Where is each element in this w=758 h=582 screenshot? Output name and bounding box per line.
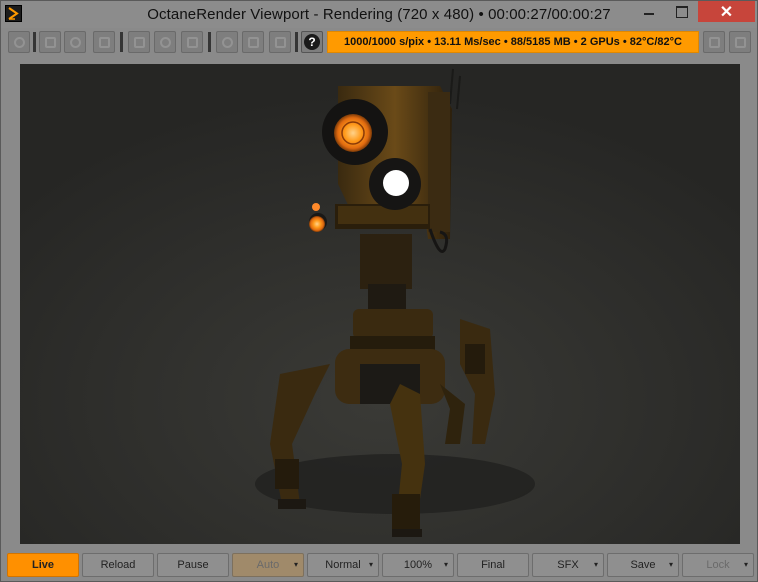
help-icon: ? — [304, 34, 320, 50]
title-bar[interactable]: OctaneRender Viewport - Rendering (720 x… — [1, 1, 757, 28]
orbit-icon[interactable] — [154, 31, 176, 53]
toolbar-separator — [120, 32, 123, 52]
close-icon: ✕ — [719, 4, 734, 21]
chevron-down-icon: ▾ — [443, 560, 448, 569]
lock-dropdown[interactable]: Lock ▾ — [682, 553, 754, 577]
refresh-icon[interactable] — [64, 31, 86, 53]
image-icon[interactable] — [93, 31, 115, 53]
lock-label: Lock — [706, 559, 730, 571]
final-label: Final — [481, 559, 505, 571]
render-status-bar: 1000/1000 s/pix • 13.11 Ms/sec • 88/5185… — [327, 31, 699, 53]
mode-label: Normal — [325, 559, 361, 571]
toolbar-separator — [295, 32, 298, 52]
toolbar: ? 1000/1000 s/pix • 13.11 Ms/sec • 88/51… — [1, 28, 757, 57]
reload-button[interactable]: Reload — [82, 553, 154, 577]
final-button[interactable]: Final — [457, 553, 529, 577]
focus-icon[interactable] — [216, 31, 238, 53]
sfx-label: SFX — [557, 559, 579, 571]
chevron-down-icon: ▾ — [593, 560, 598, 569]
pause-button[interactable]: Pause — [157, 553, 229, 577]
live-button[interactable]: Live — [7, 553, 79, 577]
bottom-bar: Live Reload Pause Auto ▾ Normal ▾ 100% ▾… — [1, 550, 757, 581]
help-button[interactable]: ? — [301, 31, 323, 53]
grid-icon[interactable] — [181, 31, 203, 53]
render-image — [20, 64, 740, 544]
settings-icon[interactable] — [703, 31, 725, 53]
auto-dropdown[interactable]: Auto ▾ — [232, 553, 304, 577]
render-viewport[interactable] — [20, 64, 740, 544]
toolbar-separator — [33, 32, 36, 52]
pause-label: Pause — [177, 559, 209, 571]
rotate-icon[interactable] — [8, 31, 30, 53]
zoom-dropdown[interactable]: 100% ▾ — [382, 553, 454, 577]
minimize-button[interactable] — [634, 1, 664, 22]
filmregion-icon[interactable] — [269, 31, 291, 53]
save-dropdown[interactable]: Save ▾ — [607, 553, 679, 577]
octane-viewport-window: OctaneRender Viewport - Rendering (720 x… — [0, 0, 758, 582]
chevron-down-icon: ▾ — [743, 560, 748, 569]
toolbar-separator — [208, 32, 211, 52]
zoom-label: 100% — [403, 559, 433, 571]
maximize-button[interactable] — [667, 1, 697, 22]
camera-icon[interactable] — [39, 31, 61, 53]
sfx-dropdown[interactable]: SFX ▾ — [532, 553, 604, 577]
reload-label: Reload — [100, 559, 136, 571]
live-label: Live — [31, 559, 54, 571]
chevron-down-icon: ▾ — [368, 560, 373, 569]
region-icon[interactable] — [242, 31, 264, 53]
chevron-down-icon: ▾ — [668, 560, 673, 569]
move-icon[interactable] — [128, 31, 150, 53]
expand-icon[interactable] — [729, 31, 751, 53]
mode-dropdown[interactable]: Normal ▾ — [307, 553, 379, 577]
auto-label: Auto — [256, 559, 280, 571]
close-button[interactable]: ✕ — [698, 1, 755, 22]
save-label: Save — [630, 559, 656, 571]
chevron-down-icon: ▾ — [293, 560, 298, 569]
